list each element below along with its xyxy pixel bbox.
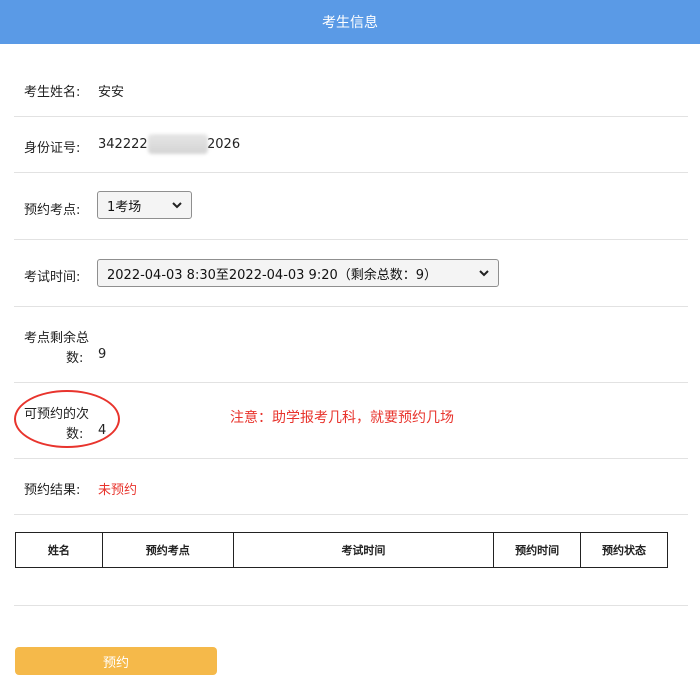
exam-site-selected: 1考场 — [107, 199, 142, 215]
redacted-mask — [148, 134, 208, 154]
row-exam-time: 考试时间: 2022-04-03 8:30至2022-04-03 9:20（剩余… — [14, 240, 688, 307]
row-site-remaining: 考点剩余总 数: 9 — [14, 307, 688, 383]
row-exam-site: 预约考点: 1考场 — [14, 173, 688, 240]
site-remaining-value: 9 — [98, 347, 107, 362]
id-number-prefix: 342222 — [98, 137, 148, 152]
chevron-down-icon — [479, 270, 489, 277]
id-number-label: 身份证号: — [24, 141, 81, 156]
note-text: 注意：助学报考几科，就要预约几场 — [230, 410, 454, 426]
table-section-divider — [14, 515, 688, 606]
site-remaining-label-line1: 考点剩余总 — [24, 331, 90, 346]
highlight-circle — [14, 390, 120, 448]
row-result: 预约结果: 未预约 — [14, 459, 688, 515]
row-id-number: 身份证号: 342222 2026 — [14, 117, 688, 173]
page-header: 考生信息 — [0, 0, 700, 44]
page-title: 考生信息 — [322, 15, 378, 31]
exam-time-selected: 2022-04-03 8:30至2022-04-03 9:20（剩余总数：9） — [107, 267, 438, 283]
result-value: 未预约 — [98, 483, 138, 498]
exam-site-select[interactable]: 1考场 — [97, 191, 192, 219]
exam-time-select[interactable]: 2022-04-03 8:30至2022-04-03 9:20（剩余总数：9） — [97, 259, 499, 287]
result-label: 预约结果: — [24, 483, 81, 498]
exam-time-label: 考试时间: — [24, 270, 81, 285]
exam-site-label: 预约考点: — [24, 203, 81, 218]
book-button[interactable]: 预约 — [15, 647, 217, 675]
name-label: 考生姓名: — [24, 85, 81, 100]
row-name: 考生姓名: 安安 — [14, 60, 688, 117]
site-remaining-label-line2: 数: — [66, 351, 84, 366]
name-value: 安安 — [98, 85, 125, 100]
id-number-suffix: 2026 — [207, 137, 241, 152]
chevron-down-icon — [172, 202, 182, 209]
